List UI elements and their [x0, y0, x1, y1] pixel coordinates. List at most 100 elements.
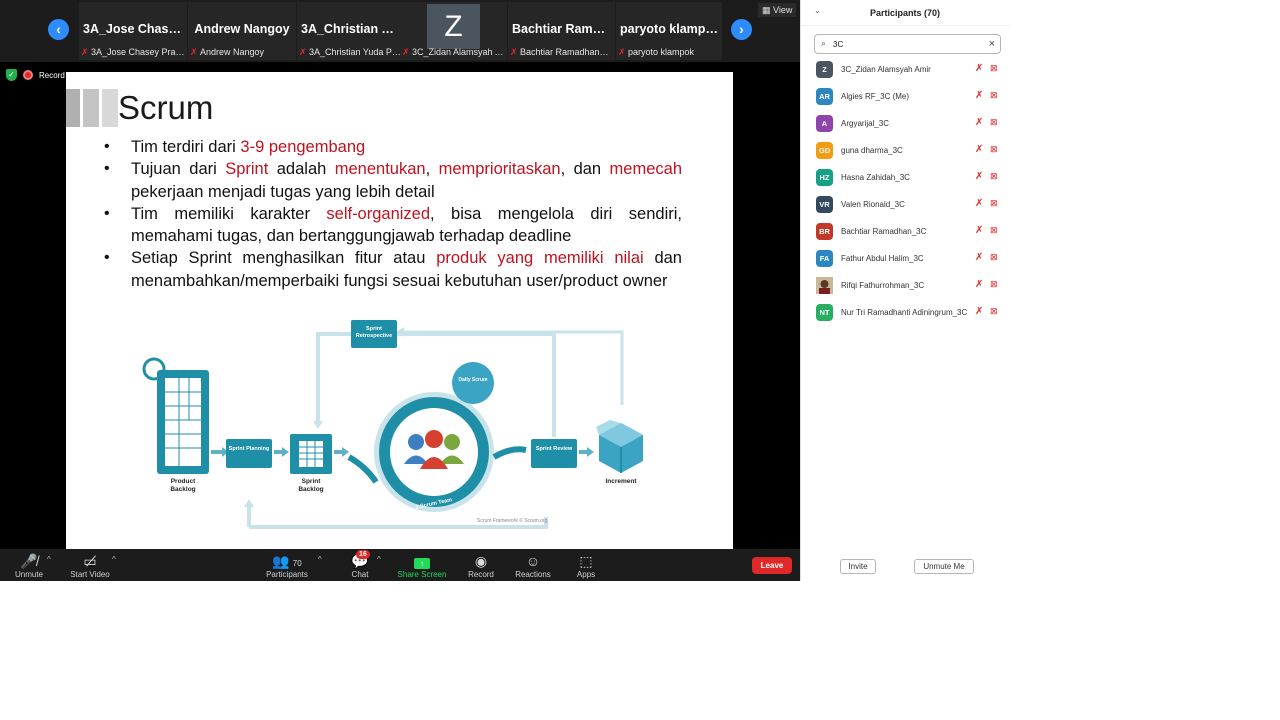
- sprint-planning-label: Sprint Planning: [228, 446, 270, 452]
- mic-muted-icon: ✗: [190, 47, 198, 57]
- bullet-item: Tujuan dari Sprint adalah menentukan, me…: [104, 158, 682, 203]
- share-screen-button[interactable]: ↑ Share Screen: [396, 549, 448, 581]
- chat-button[interactable]: 💬 16 Chat: [346, 549, 374, 581]
- apps-icon: ⬚: [579, 553, 593, 569]
- tile-label: ✗ Andrew Nangoy: [190, 47, 265, 57]
- zoom-window: ‹ 3A_Jose Chasey... ✗ 3A_Jose Chasey Prat…: [0, 0, 1009, 581]
- search-input[interactable]: [833, 38, 973, 50]
- mic-muted-icon: ✗: [299, 47, 307, 57]
- video-off-icon: ⊠: [990, 90, 998, 100]
- video-tile[interactable]: 3A_Jose Chasey... ✗ 3A_Jose Chasey Prata.…: [79, 2, 187, 60]
- chevron-right-icon[interactable]: ›: [731, 19, 752, 40]
- panel-header: ⌄ Participants (70): [801, 0, 1009, 26]
- avatar: Z: [427, 4, 480, 49]
- shield-icon[interactable]: ✓: [6, 69, 17, 81]
- mic-muted-icon: ✗: [975, 63, 984, 74]
- participant-row[interactable]: Z 3C_Zidan Alamsyah Amir ✗ ⊠: [801, 57, 1009, 84]
- avatar: FA: [816, 250, 833, 267]
- participant-row[interactable]: GD guna dharma_3C ✗ ⊠: [801, 138, 1009, 165]
- tile-label: ✗ Bachtiar Ramadhan_3C: [510, 47, 613, 57]
- chevron-left-icon[interactable]: ‹: [48, 19, 69, 40]
- participant-name: Argyarijal_3C: [841, 119, 890, 128]
- panel-title: Participants (70): [869, 8, 941, 18]
- participant-name: Algies RF_3C (Me): [841, 92, 910, 101]
- tile-name: paryoto klampok: [620, 22, 721, 36]
- participant-row[interactable]: HZ Hasna Zahidah_3C ✗ ⊠: [801, 165, 1009, 192]
- share-screen-icon: ↑: [396, 552, 448, 570]
- video-tile[interactable]: Andrew Nangoy ✗ Andrew Nangoy: [188, 2, 296, 60]
- video-tile[interactable]: Bachtiar Ramad... ✗ Bachtiar Ramadhan_3C: [508, 2, 615, 60]
- diagram-credit: Scrum Framework © Scrum.org: [477, 518, 548, 524]
- participant-name: Nur Tri Ramadhanti Adiningrum_3C: [841, 308, 968, 317]
- video-tile[interactable]: 3A_Christian Yu... ✗ 3A_Christian Yuda Pr…: [297, 2, 405, 60]
- mic-muted-icon: ✗: [975, 144, 984, 155]
- scrum-diagram: Sprint Retrospective Daily Scrum Sprint …: [66, 317, 733, 549]
- participant-name: Fathur Abdul Halim_3C: [841, 254, 924, 263]
- unmute-button[interactable]: 🎤̸ Unmute: [10, 549, 48, 581]
- participant-name: 3C_Zidan Alamsyah Amir: [841, 65, 931, 74]
- participants-panel: ⌄ Participants (70) ⌕ × Z 3C_Zidan Alams…: [800, 0, 1009, 581]
- sprint-backlog-label: Sprint Backlog: [298, 478, 324, 493]
- record-label: Record: [39, 70, 65, 80]
- chevron-up-icon[interactable]: ^: [112, 555, 116, 564]
- participant-name: Hasna Zahidah_3C: [841, 173, 910, 182]
- gallery-strip: ‹ 3A_Jose Chasey... ✗ 3A_Jose Chasey Prat…: [0, 0, 800, 62]
- avatar: NT: [816, 304, 833, 321]
- view-button[interactable]: ▦ View: [758, 3, 797, 17]
- participant-row[interactable]: AR Algies RF_3C (Me) ✗ ⊠: [801, 84, 1009, 111]
- video-off-icon: ⊠: [990, 117, 998, 127]
- video-off-icon: ⊠: [990, 252, 998, 262]
- mic-muted-icon: ✗: [81, 47, 89, 57]
- tile-label: ✗ paryoto klampok: [618, 47, 695, 57]
- video-off-icon: ▭̸: [83, 553, 97, 569]
- video-off-icon: ⊠: [990, 306, 998, 316]
- participants-button[interactable]: 👥 70 Participants: [262, 549, 312, 581]
- participant-name: Bachtiar Ramadhan_3C: [841, 227, 927, 236]
- mic-muted-icon: ✗: [618, 47, 626, 57]
- participants-icon: 👥 70: [272, 553, 302, 569]
- tile-label: ✗ 3A_Jose Chasey Prata...: [81, 47, 185, 57]
- leave-button[interactable]: Leave: [752, 557, 792, 574]
- shared-slide: Scrum Tim terdiri dari 3-9 pengembang Tu…: [66, 72, 733, 549]
- search-box: ⌕ ×: [814, 34, 1001, 54]
- participant-row[interactable]: FA Fathur Abdul Halim_3C ✗ ⊠: [801, 246, 1009, 273]
- reactions-button[interactable]: ☺ Reactions: [512, 549, 554, 581]
- mic-muted-icon: ✗: [975, 279, 984, 290]
- mic-muted-icon: ✗: [510, 47, 518, 57]
- participant-row[interactable]: NT Nur Tri Ramadhanti Adiningrum_3C ✗ ⊠: [801, 300, 1009, 327]
- apps-button[interactable]: ⬚ Apps: [572, 549, 600, 581]
- chevron-up-icon[interactable]: ^: [47, 555, 51, 564]
- participant-row[interactable]: Rifqi Fathurrohman_3C ✗ ⊠: [801, 273, 1009, 300]
- avatar: Z: [816, 61, 833, 78]
- bullet-item: Tim memiliki karakter self-organized, bi…: [104, 203, 682, 248]
- unmute-me-button[interactable]: Unmute Me: [914, 559, 974, 574]
- tile-name: Bachtiar Ramad...: [512, 22, 615, 36]
- participant-row[interactable]: BR Bachtiar Ramadhan_3C ✗ ⊠: [801, 219, 1009, 246]
- chat-badge: 16: [356, 550, 370, 559]
- participant-name: Rifqi Fathurrohman_3C: [841, 281, 925, 290]
- tile-label: ✗ 3A_Christian Yuda Prat...: [299, 47, 403, 57]
- avatar: A: [816, 115, 833, 132]
- participant-name: Valen Rionald_3C: [841, 200, 905, 209]
- record-button[interactable]: ◉ Record: [464, 549, 498, 581]
- tile-name: Andrew Nangoy: [194, 22, 290, 36]
- bullet-item: Tim terdiri dari 3-9 pengembang: [104, 136, 682, 159]
- avatar: GD: [816, 142, 833, 159]
- participant-row[interactable]: VR Valen Rionald_3C ✗ ⊠: [801, 192, 1009, 219]
- video-tile[interactable]: paryoto klampok ✗ paryoto klampok: [616, 2, 722, 60]
- participant-row[interactable]: A Argyarijal_3C ✗ ⊠: [801, 111, 1009, 138]
- mic-muted-icon: ✗: [975, 117, 984, 128]
- invite-button[interactable]: Invite: [840, 559, 876, 574]
- mic-muted-icon: ✗: [975, 252, 984, 263]
- reactions-icon: ☺: [525, 553, 541, 569]
- start-video-button[interactable]: ▭̸ Start Video: [66, 549, 114, 581]
- tile-name: 3A_Jose Chasey...: [83, 22, 187, 36]
- close-icon[interactable]: ×: [989, 37, 995, 51]
- video-tile[interactable]: Z ✗ 3C_Zidan Alamsyah A...: [400, 2, 507, 60]
- chevron-up-icon[interactable]: ^: [318, 555, 322, 564]
- participant-name: guna dharma_3C: [841, 146, 903, 155]
- avatar: BR: [816, 223, 833, 240]
- avatar: VR: [816, 196, 833, 213]
- chevron-up-icon[interactable]: ^: [377, 555, 381, 564]
- sprint-review-label: Sprint Review: [535, 446, 573, 452]
